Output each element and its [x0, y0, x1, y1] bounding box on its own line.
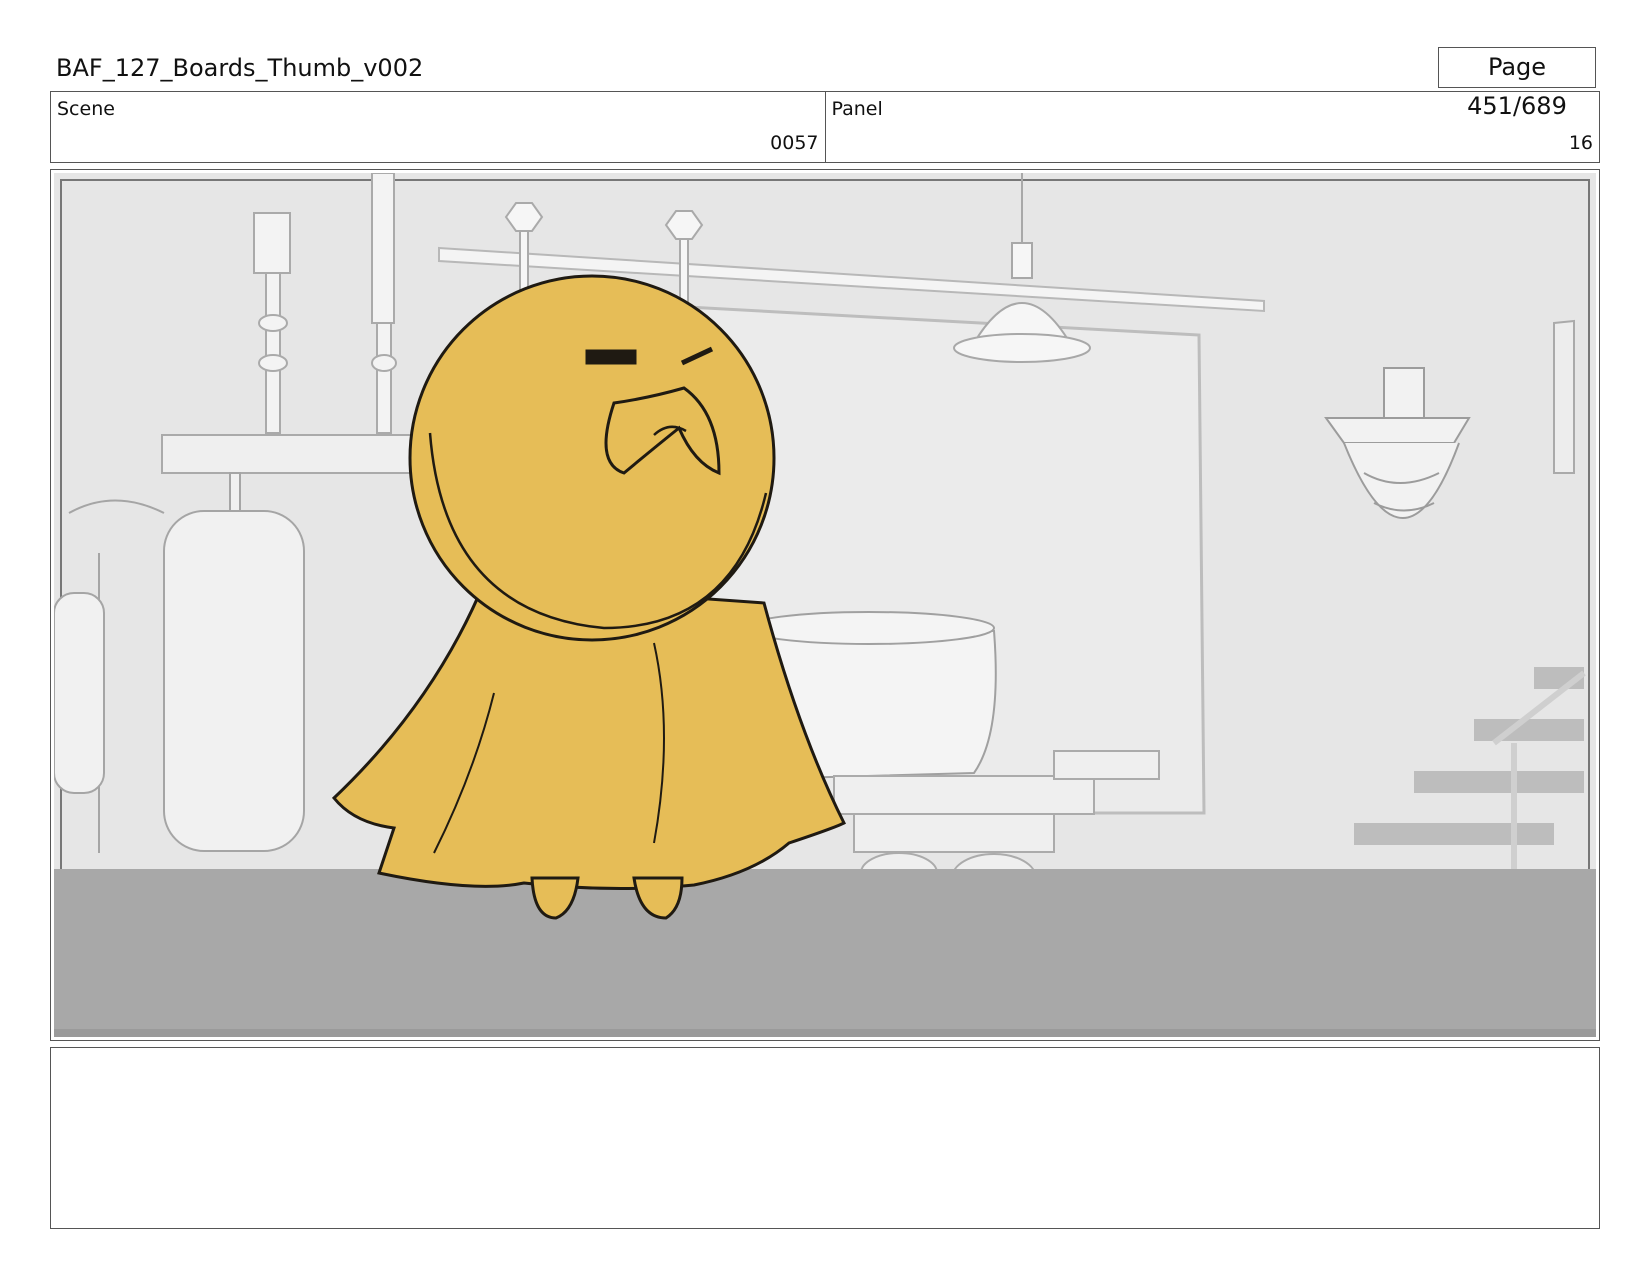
- floor: [54, 869, 1596, 1037]
- panel-number: 16: [1568, 132, 1593, 154]
- panel-drawing: [54, 173, 1596, 1037]
- wall-shelf: [161, 434, 426, 474]
- panel-cell: Panel 16: [824, 92, 1600, 162]
- floor-edge: [54, 1029, 1596, 1037]
- scene-label: Scene: [57, 98, 115, 120]
- scene-number: 0057: [770, 132, 819, 154]
- panel-label: Panel: [831, 98, 883, 120]
- info-row: Scene 0057 Panel 16: [50, 91, 1600, 163]
- page-counter: Page 451/689: [1438, 47, 1596, 120]
- doorframe: [1553, 319, 1575, 474]
- document-title: BAF_127_Boards_Thumb_v002: [56, 54, 424, 82]
- storyboard-panel: [50, 169, 1600, 1041]
- scene-cell: Scene 0057: [51, 92, 825, 162]
- notes-box: [50, 1047, 1600, 1229]
